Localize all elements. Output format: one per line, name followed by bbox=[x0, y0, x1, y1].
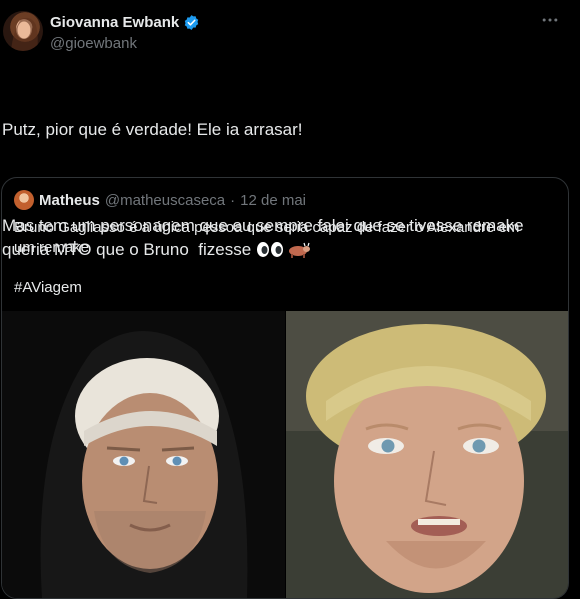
quoted-hashtag[interactable]: #AViagem bbox=[14, 278, 544, 298]
quoted-body: Bruno Gagliasso é a única pessoa que ser… bbox=[14, 219, 520, 256]
photo-left-image bbox=[2, 311, 285, 598]
meta-separator: · bbox=[230, 191, 236, 209]
more-horizontal-icon[interactable] bbox=[538, 8, 562, 32]
photo-right-image bbox=[286, 311, 568, 598]
quoted-text: Bruno Gagliasso é a única pessoa que ser… bbox=[14, 218, 544, 298]
photo-alexandre-character[interactable] bbox=[286, 311, 568, 598]
quoted-avatar[interactable] bbox=[14, 190, 34, 210]
author-name[interactable]: Giovanna Ewbank bbox=[50, 14, 179, 31]
author-handle[interactable]: @gioewbank bbox=[50, 35, 137, 52]
quoted-tweet[interactable]: Matheus @matheuscaseca · 12 de mai Bruno… bbox=[1, 177, 569, 599]
photo-bruno-gagliasso[interactable] bbox=[2, 311, 285, 598]
tweet-header: Giovanna Ewbank @gioewbank bbox=[0, 0, 580, 60]
quoted-author-name[interactable]: Matheus bbox=[39, 192, 100, 209]
author-avatar[interactable] bbox=[3, 11, 43, 51]
avatar-image bbox=[11, 17, 38, 51]
quoted-author-handle[interactable]: @matheuscaseca bbox=[105, 192, 225, 209]
quoted-date[interactable]: 12 de mai bbox=[240, 192, 306, 209]
tweet-line-1: Putz, pior que é verdade! Ele ia arrasar… bbox=[2, 120, 303, 139]
verified-badge-icon bbox=[183, 14, 200, 31]
